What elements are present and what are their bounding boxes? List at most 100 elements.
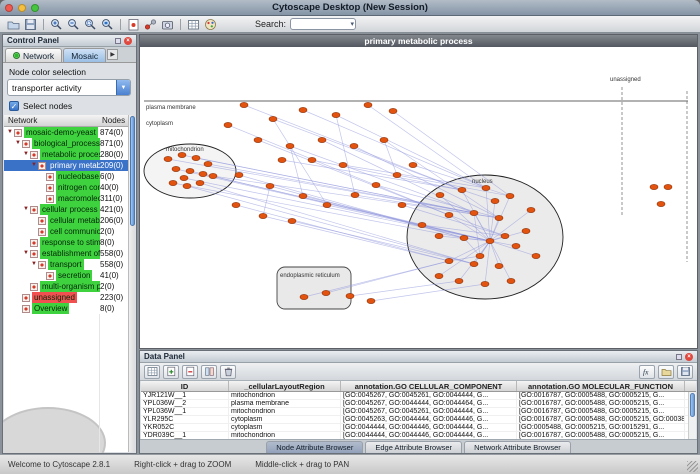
table-cell[interactable]: [GO:0005488, GO:0005215, GO:0015291, G..… [517,424,685,431]
create-attribute-button[interactable] [163,365,179,379]
network-node[interactable] [495,263,503,268]
tree-row[interactable]: unassigned223(0) [4,292,128,303]
tree-scrollbar[interactable] [128,115,135,452]
tree-expand-icon[interactable]: ▼ [30,259,38,270]
network-edge[interactable] [336,115,355,195]
network-node[interactable] [169,180,177,185]
attribute-browser-tab[interactable]: Node Attribute Browser [266,441,363,453]
zoom-in-button[interactable] [48,17,65,32]
import-attributes-button[interactable] [658,365,674,379]
select-nodes-checkbox[interactable]: ✓ [9,101,19,111]
network-node[interactable] [507,278,515,283]
network-node[interactable] [350,143,358,148]
column-header[interactable]: ID [141,381,229,391]
search-input[interactable]: ▾ [290,18,356,30]
table-cell[interactable]: YDR039C__1 [141,432,229,439]
network-node[interactable] [482,185,490,190]
table-row[interactable]: YKR052Ccytoplasm[GO:0044444, GO:0044446,… [141,424,696,432]
control-panel-close-icon[interactable]: × [124,37,132,45]
tree-expand-icon[interactable]: ▼ [22,149,30,160]
tree-row[interactable]: ▼mosaic-demo-yeast874(0) [4,127,128,138]
clear-attribute-button[interactable] [220,365,236,379]
table-cell[interactable]: [GO:0016787, GO:0005488, GO:0005215, G..… [517,400,685,407]
network-node[interactable] [300,294,308,299]
table-cell[interactable]: cytoplasm [229,416,341,423]
network-node[interactable] [657,201,665,206]
attribute-browser-tab[interactable]: Edge Attribute Browser [365,441,462,453]
tree-row[interactable]: Overview8(0) [4,303,128,314]
network-node[interactable] [254,137,262,142]
network-node[interactable] [308,157,316,162]
network-node[interactable] [192,155,200,160]
table-cell[interactable]: YPL036W__2 [141,400,229,407]
network-node[interactable] [435,273,443,278]
column-header[interactable]: annotation.GO CELLULAR_COMPONENT [341,381,517,391]
table-row[interactable]: YPL036W__1mitochondrion[GO:0045267, GO:0… [141,408,696,416]
network-node[interactable] [288,218,296,223]
network-node[interactable] [266,183,274,188]
network-node[interactable] [240,102,248,107]
tab-network[interactable]: Network [5,48,62,62]
network-node[interactable] [527,207,535,212]
network-node[interactable] [393,172,401,177]
export-attributes-button[interactable] [677,365,693,379]
network-node[interactable] [172,166,180,171]
match-attribute-button[interactable] [201,365,217,379]
table-row[interactable]: YLR295Ccytoplasm[GO:0045263, GO:0044444,… [141,416,696,424]
search-dropdown-icon[interactable]: ▾ [351,19,355,30]
network-node[interactable] [445,212,453,217]
tree-row[interactable]: ▼establishment of l...558(0) [4,248,128,259]
table-cell[interactable]: [GO:0044444, GO:0044446, GO:0044444, G..… [341,432,517,439]
network-node[interactable] [481,281,489,286]
network-edge[interactable] [384,140,397,175]
network-node[interactable] [259,213,267,218]
first-neighbors-button[interactable] [142,17,159,32]
float-panel-icon[interactable] [115,38,121,44]
column-header[interactable]: annotation.GO MOLECULAR_FUNCTION [517,381,685,391]
tree-row[interactable]: ▼primary metabo...209(0) [4,160,128,171]
network-node[interactable] [224,122,232,127]
network-node[interactable] [445,258,453,263]
table-cell[interactable]: [GO:0045267, GO:0044444, GO:0044464, G..… [341,400,517,407]
tree-row[interactable]: response to stimul...8(0) [4,237,128,248]
tree-row[interactable]: nitrogen compo...40(0) [4,182,128,193]
table-cell[interactable]: mitochondrion [229,392,341,399]
network-node[interactable] [486,238,494,243]
tree-row[interactable]: nucleobase...6(0) [4,171,128,182]
zoom-out-button[interactable] [65,17,82,32]
network-node[interactable] [351,192,359,197]
network-node[interactable] [532,253,540,258]
table-cell[interactable]: [GO:0016787, GO:0005488, GO:0005215, G..… [517,432,685,439]
tree-row[interactable]: macromolecule...311(0) [4,193,128,204]
network-node[interactable] [364,102,372,107]
network-node[interactable] [455,278,463,283]
table-cell[interactable]: plasma membrane [229,400,341,407]
network-node[interactable] [409,162,417,167]
tree-row[interactable]: ▼biological_process871(0) [4,138,128,149]
network-node[interactable] [470,210,478,215]
select-attributes-button[interactable] [144,365,160,379]
tree-expand-icon[interactable]: ▼ [14,138,22,149]
network-node[interactable] [389,108,397,113]
tree-expand-icon[interactable]: ▼ [22,248,30,259]
network-node[interactable] [650,184,658,189]
network-canvas[interactable]: plasma membranecytoplasmmitochondrionnuc… [140,47,697,348]
network-node[interactable] [322,290,330,295]
network-node[interactable] [339,162,347,167]
table-cell[interactable]: [GO:0044444, GO:0044446, GO:0044444, G..… [341,424,517,431]
import-table-button[interactable] [185,17,202,32]
table-row[interactable]: YPL036W__2plasma membrane[GO:0045267, GO… [141,400,696,408]
network-node[interactable] [183,183,191,188]
tree-column-network[interactable]: Network [8,116,37,125]
network-node[interactable] [436,192,444,197]
table-cell[interactable]: mitochondrion [229,408,341,415]
network-node[interactable] [435,233,443,238]
table-cell[interactable]: [GO:0016787, GO:0005488, GO:0005215, G..… [517,392,685,399]
table-row[interactable]: YJR121W__1mitochondrion[GO:0045267, GO:0… [141,392,696,400]
network-node[interactable] [460,235,468,240]
zoom-fit-button[interactable] [99,17,116,32]
tree-row[interactable]: ▼metabolic process280(0) [4,149,128,160]
network-node[interactable] [495,215,503,220]
network-node[interactable] [380,137,388,142]
vizmapper-button[interactable] [202,17,219,32]
